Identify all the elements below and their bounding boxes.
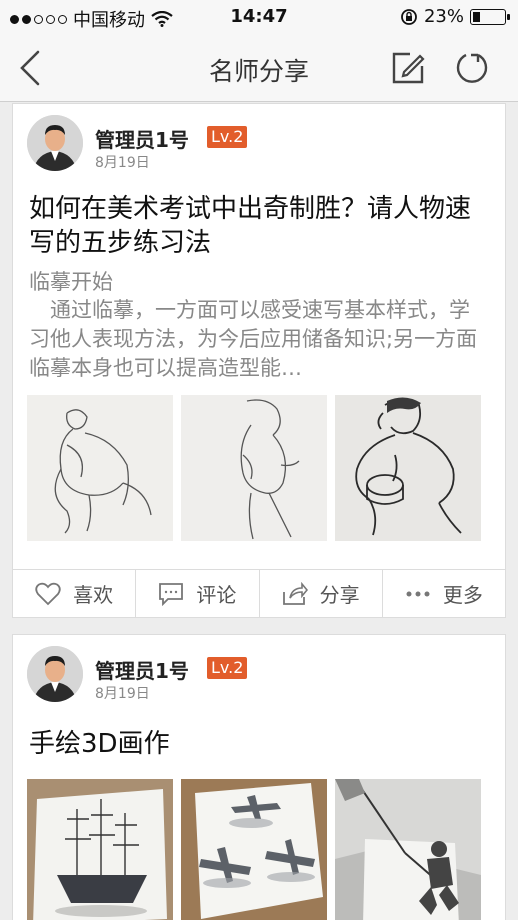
refresh-button[interactable] [452,48,492,88]
battery-level-fill [473,11,480,22]
more-button[interactable]: 更多 [383,570,505,617]
standing-figure-sketch[interactable] [181,395,327,541]
comment-icon [159,582,184,606]
comment-button[interactable]: 评论 [136,570,260,617]
author-name[interactable]: 管理员1号 [95,655,189,684]
post-date: 8月19日 [95,686,150,702]
status-bar: 中国移动 14:47 23% [0,0,518,34]
3d-airplanes-drawing[interactable] [181,779,327,920]
sitting-figure-sketch[interactable] [27,395,173,541]
comment-label: 评论 [196,583,237,607]
author-name[interactable]: 管理员1号 [95,124,189,153]
post-image-grid [13,395,505,541]
3d-ship-drawing[interactable] [27,779,173,920]
refresh-icon [456,53,488,83]
more-icon [406,591,430,596]
post-header: 管理员1号 Lv.2 8月19日 [13,104,505,184]
battery-icon [470,8,510,25]
compose-icon [392,52,425,84]
post-card[interactable]: 管理员1号 Lv.2 8月19日 手绘3D画作 [12,634,506,920]
post-title[interactable]: 手绘3D画作 [13,727,505,761]
3d-figure-pulling-drawing[interactable] [335,779,481,920]
rotation-lock-icon [401,8,417,25]
more-label: 更多 [442,583,483,607]
level-badge: Lv.2 [207,657,248,679]
post-title[interactable]: 如何在美术考试中出奇制胜？请人物速写的五步练习法 [13,192,505,260]
post-header: 管理员1号 Lv.2 8月19日 [13,635,505,715]
post-feed[interactable]: 管理员1号 Lv.2 8月19日 如何在美术考试中出奇制胜？请人物速写的五步练习… [0,103,518,920]
post-card[interactable]: 管理员1号 Lv.2 8月19日 如何在美术考试中出奇制胜？请人物速写的五步练习… [12,103,506,618]
post-image-grid [13,779,505,920]
compose-button[interactable] [388,48,428,88]
navigation-bar: 名师分享 [0,34,518,102]
page-title: 名师分享 [208,57,309,86]
share-label: 分享 [319,583,360,607]
share-button[interactable]: 分享 [260,570,383,617]
like-label: 喜欢 [73,583,114,607]
status-right: 23% [400,6,510,27]
post-excerpt[interactable]: 通过临摹，一方面可以感受速写基本样式，学习他人表现方法，为今后应用储备知识;另一… [13,296,505,383]
share-icon [282,581,308,605]
battery-percent: 23% [423,6,464,27]
level-badge: Lv.2 [207,126,248,148]
post-action-bar: 喜欢 评论 分享 更多 [13,569,505,617]
avatar[interactable] [27,646,83,702]
like-button[interactable]: 喜欢 [13,570,137,617]
post-subheading: 临摹开始 [29,270,113,294]
heart-icon [35,582,61,605]
post-date: 8月19日 [95,155,150,171]
crouching-worker-sketch[interactable] [335,395,481,541]
avatar[interactable] [27,115,83,171]
